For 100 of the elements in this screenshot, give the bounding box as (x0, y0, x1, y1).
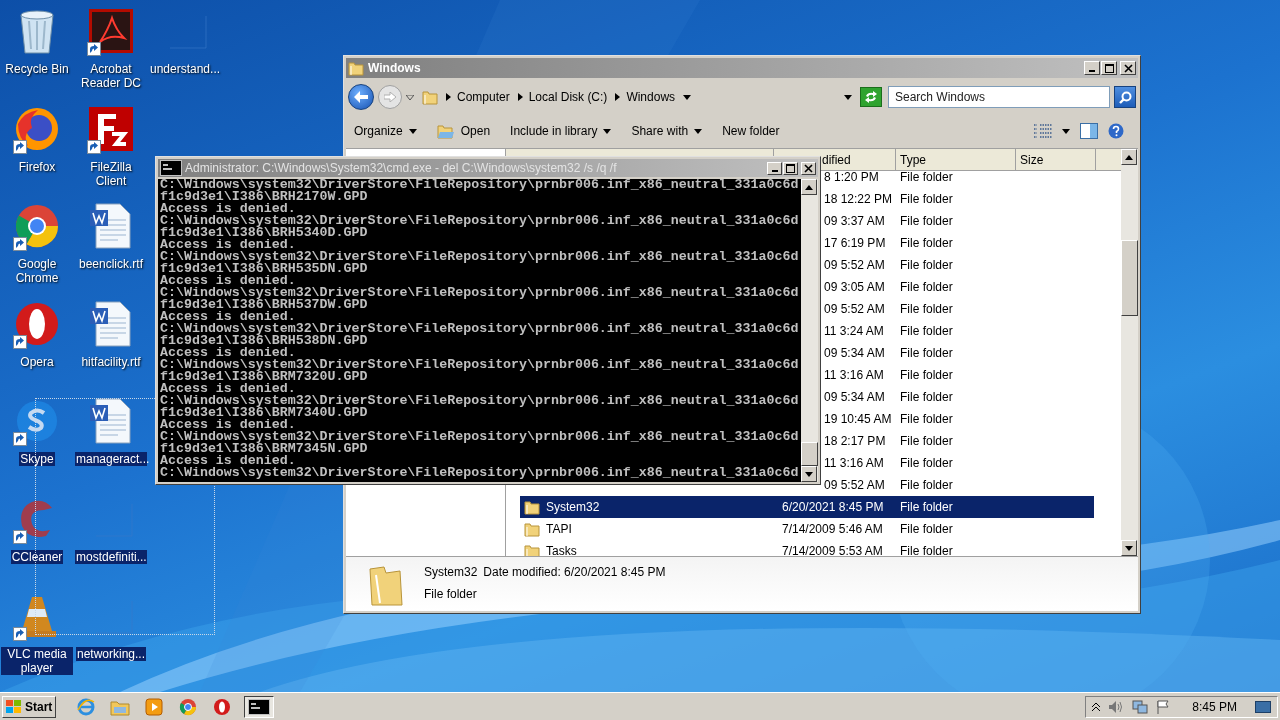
console-line: Access is denied. (160, 239, 296, 251)
close-button[interactable] (1120, 61, 1136, 75)
desktop-icon-label[interactable]: Recycle Bin (4, 62, 70, 76)
toolbar-button[interactable]: Share with (629, 120, 705, 142)
file-row[interactable]: 11 3:16 AM File folder (822, 452, 1094, 474)
desktop-icon-label[interactable]: hitfacility.rtf (80, 354, 142, 369)
start-button[interactable]: Start (2, 695, 57, 718)
file-type: File folder (900, 478, 953, 492)
file-name: Tasks (546, 543, 577, 556)
help-icon[interactable] (1108, 123, 1124, 139)
breadcrumb-item[interactable]: Local Disk (C:) (528, 88, 608, 106)
preview-pane-icon[interactable] (1080, 123, 1098, 139)
file-row[interactable]: 09 5:34 AM File folder (822, 386, 1094, 408)
file-date: 18 2:17 PM (824, 434, 886, 448)
chevron-up-icon[interactable] (1092, 702, 1101, 711)
desktop-icon-label[interactable]: CCleaner (10, 549, 64, 564)
refresh-button[interactable] (860, 87, 882, 107)
breadcrumb-arrow-icon (615, 93, 621, 101)
file-row[interactable]: 11 3:16 AM File folder (822, 364, 1094, 386)
console-line: Access is denied. (160, 311, 296, 323)
desktop-icon-label[interactable]: Google Chrome (1, 257, 73, 285)
scroll-down-button[interactable] (1121, 540, 1137, 556)
toolbar-button[interactable]: Include in library (508, 120, 614, 142)
toolbar-button[interactable]: New folder (720, 120, 782, 142)
desktop-icon-label[interactable]: networking... (75, 647, 146, 661)
file-row[interactable]: System32 6/20/2021 8:45 PM File folder (520, 496, 1094, 518)
file-date: 6/20/2021 8:45 PM (782, 500, 884, 514)
file-date: 17 6:19 PM (824, 236, 886, 250)
file-date: 7/14/2009 5:53 AM (782, 544, 883, 556)
taskbar-button[interactable] (244, 695, 275, 718)
folder-icon (422, 89, 438, 105)
desktop-icon-label[interactable]: VLC media player (1, 647, 73, 675)
arrow-up-icon (1125, 154, 1133, 160)
file-row[interactable]: 18 2:17 PM File folder (822, 430, 1094, 452)
desktop-icon-label[interactable]: beenclick.rtf (78, 257, 144, 271)
file-row[interactable]: 18 12:22 PM File folder (822, 188, 1094, 210)
desktop-icon-label[interactable]: understand... (149, 62, 221, 76)
desktop-icon-label[interactable]: manageract... (75, 452, 147, 466)
file-name: TAPI (546, 521, 572, 538)
maximize-button[interactable] (1101, 61, 1117, 75)
flag-icon[interactable] (1156, 699, 1171, 714)
file-date: 09 5:52 AM (824, 258, 885, 272)
back-button[interactable] (348, 84, 374, 110)
scroll-thumb[interactable] (801, 442, 818, 466)
file-row[interactable]: 09 5:52 AM File folder (822, 474, 1094, 496)
file-row[interactable]: 19 10:45 AM File folder (822, 408, 1094, 430)
scroll-thumb[interactable] (1121, 239, 1138, 316)
desktop-icon-label[interactable]: mostdefiniti... (75, 549, 147, 564)
caret-icon (408, 128, 417, 134)
file-row[interactable]: 8 1:20 PM File folder (822, 171, 1094, 188)
show-desktop-button[interactable] (1255, 700, 1271, 713)
column-header[interactable]: Size (1016, 149, 1096, 170)
console-line: C:\Windows\system32\DriverStore\FileRepository\prnbr006.inf_x86_neutral_331a0c6d (160, 431, 800, 443)
search-button[interactable] (1114, 86, 1136, 108)
scroll-up-button[interactable] (801, 179, 817, 195)
column-header[interactable]: Type (896, 149, 1016, 170)
desktop-icon-label[interactable]: Acrobat Reader DC (75, 62, 147, 90)
folder-open-icon (436, 123, 455, 139)
file-type: File folder (900, 522, 953, 536)
file-row[interactable]: 11 3:24 AM File folder (822, 320, 1094, 342)
toolbar-button[interactable]: Organize (352, 120, 419, 142)
file-type: File folder (900, 258, 953, 272)
clock[interactable]: 8:45 PM (1192, 697, 1237, 716)
caret-icon (1062, 128, 1070, 134)
file-type: File folder (900, 236, 953, 250)
scroll-up-button[interactable] (1121, 149, 1137, 165)
breadcrumb-item[interactable]: Computer (457, 88, 510, 106)
scrollbar[interactable] (1121, 149, 1138, 556)
file-row[interactable]: 09 5:34 AM File folder (822, 342, 1094, 364)
file-row[interactable]: 09 5:52 AM File folder (822, 298, 1094, 320)
breadcrumb-item[interactable]: Windows (626, 88, 676, 106)
desktop-icon-label[interactable]: Skype (19, 452, 55, 466)
file-row[interactable]: Tasks 7/14/2009 5:53 AM File folder (520, 540, 1094, 556)
file-row[interactable]: 09 5:52 AM File folder (822, 254, 1094, 276)
dropdown-arrow-icon[interactable] (406, 94, 414, 100)
file-date: 11 3:16 AM (824, 456, 884, 470)
close-button[interactable] (801, 161, 816, 175)
firefox-icon (14, 105, 60, 152)
desktop-icon-label[interactable]: Opera (19, 354, 55, 369)
desktop-icon-label[interactable]: FileZilla Client (75, 159, 147, 188)
word-document-icon (88, 202, 134, 250)
windows-logo-icon (6, 699, 22, 714)
column-header[interactable]: dified (822, 150, 851, 169)
minimize-button[interactable] (767, 161, 782, 175)
desktop-icon-label[interactable]: Firefox (17, 159, 57, 174)
scroll-down-button[interactable] (801, 466, 817, 482)
file-row[interactable]: 17 6:19 PM File folder (822, 232, 1094, 254)
internet-explorer-icon (77, 697, 96, 716)
network-icon[interactable] (1132, 699, 1149, 714)
view-list-icon[interactable] (1034, 124, 1052, 138)
scrollbar[interactable] (801, 179, 818, 482)
console-line: f1c9d3e1\I386\BRH5340D.GPD (160, 227, 368, 239)
toolbar-button[interactable]: Open (434, 120, 493, 142)
file-row[interactable]: 09 3:37 AM File folder (822, 210, 1094, 232)
search-field[interactable]: Search Windows (888, 86, 1110, 108)
file-row[interactable]: TAPI 7/14/2009 5:46 AM File folder (520, 518, 1094, 540)
file-row[interactable]: 09 3:05 AM File folder (822, 276, 1094, 298)
minimize-button[interactable] (1084, 61, 1100, 75)
maximize-button[interactable] (783, 161, 798, 175)
speaker-icon[interactable] (1108, 699, 1125, 714)
